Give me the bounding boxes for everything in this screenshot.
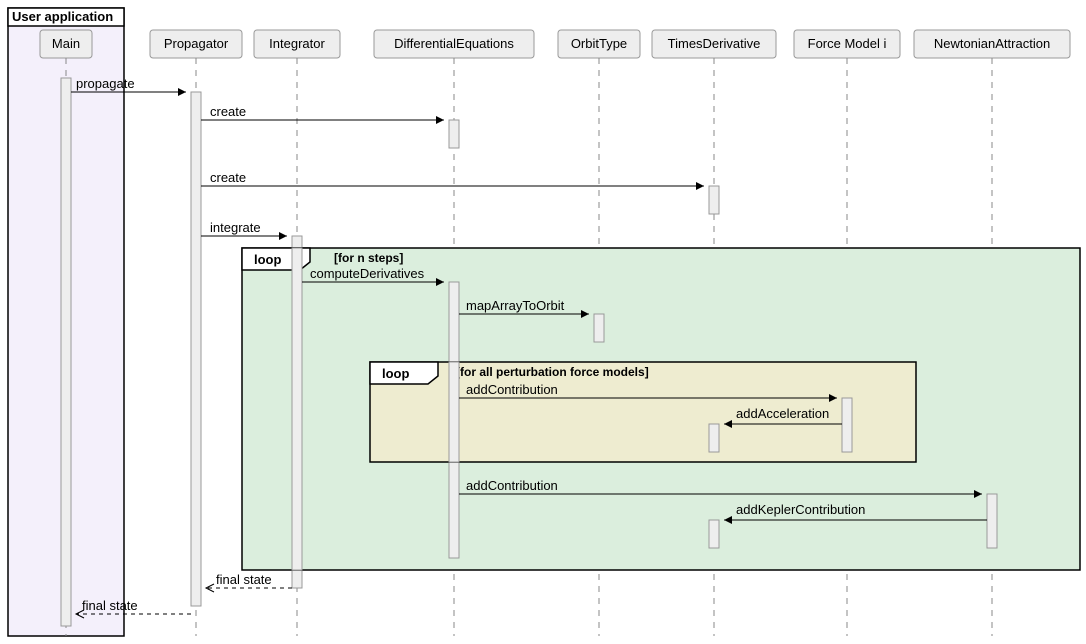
svg-text:Main: Main bbox=[52, 36, 80, 51]
msg-finalstate2: final state bbox=[82, 598, 138, 613]
msg-propagate: propagate bbox=[76, 76, 135, 91]
msg-addAcceleration: addAcceleration bbox=[736, 406, 829, 421]
participant-diffeq: DifferentialEquations bbox=[374, 30, 534, 58]
loop-outer-cond: [for n steps] bbox=[334, 251, 403, 265]
msg-addContribution2: addContribution bbox=[466, 478, 558, 493]
frame-title: User application bbox=[12, 9, 113, 24]
msg-finalstate1: final state bbox=[216, 572, 272, 587]
sequence-diagram: User application Main Propagator Integra… bbox=[0, 0, 1086, 644]
svg-text:OrbitType: OrbitType bbox=[571, 36, 627, 51]
loop-outer-label: loop bbox=[254, 252, 281, 267]
participant-newton: NewtonianAttraction bbox=[914, 30, 1070, 58]
msg-mapArrayToOrbit: mapArrayToOrbit bbox=[466, 298, 565, 313]
svg-text:NewtonianAttraction: NewtonianAttraction bbox=[934, 36, 1050, 51]
msg-create-diffeq: create bbox=[210, 104, 246, 119]
participant-propagator: Propagator bbox=[150, 30, 242, 58]
loop-inner-label: loop bbox=[382, 366, 409, 381]
msg-create-timesderiv: create bbox=[210, 170, 246, 185]
msg-addKeplerContribution: addKeplerContribution bbox=[736, 502, 865, 517]
activation-propagator bbox=[191, 92, 201, 606]
msg-computeDerivatives: computeDerivatives bbox=[310, 266, 425, 281]
participant-orbittype: OrbitType bbox=[558, 30, 640, 58]
loop-inner-cond: [for all perturbation force models] bbox=[456, 365, 649, 379]
svg-text:DifferentialEquations: DifferentialEquations bbox=[394, 36, 514, 51]
svg-text:Force Model i: Force Model i bbox=[808, 36, 887, 51]
msg-integrate: integrate bbox=[210, 220, 261, 235]
svg-text:TimesDerivative: TimesDerivative bbox=[668, 36, 761, 51]
svg-text:Integrator: Integrator bbox=[269, 36, 325, 51]
participant-integrator: Integrator bbox=[254, 30, 340, 58]
msg-addContribution1: addContribution bbox=[466, 382, 558, 397]
activation-main bbox=[61, 78, 71, 626]
participant-main: Main bbox=[40, 30, 92, 58]
svg-text:Propagator: Propagator bbox=[164, 36, 229, 51]
participant-timesderiv: TimesDerivative bbox=[652, 30, 776, 58]
participant-forcemodel: Force Model i bbox=[794, 30, 900, 58]
